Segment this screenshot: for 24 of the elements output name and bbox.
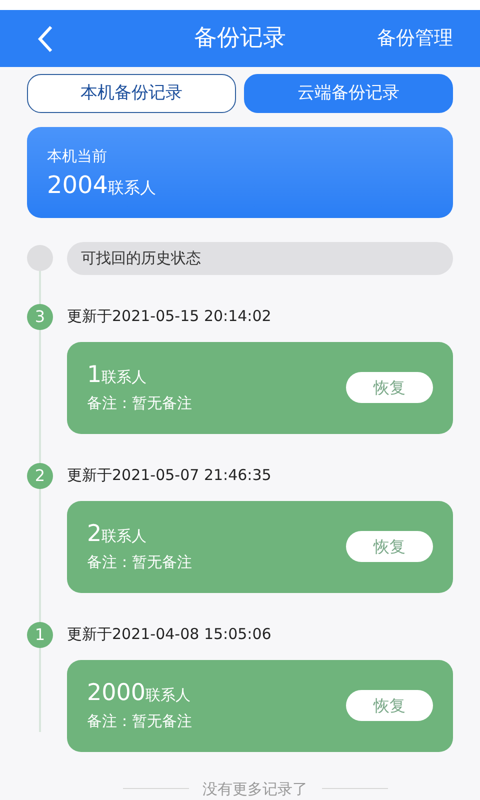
contact-count: 2000联系人 <box>87 678 192 708</box>
card-label: 本机当前 <box>47 146 108 167</box>
step-badge: 2 <box>27 462 53 488</box>
restore-button[interactable]: 恢复 <box>346 690 433 721</box>
tab[interactable]: 云端备份记录 <box>244 74 453 113</box>
restore-button[interactable]: 恢复 <box>346 531 433 562</box>
back-icon[interactable] <box>37 24 53 52</box>
step-badge: 3 <box>27 304 53 330</box>
update-time: 更新于2021-05-07 21:46:35 <box>67 465 272 486</box>
note-text: 备注：暂无备注 <box>87 710 192 732</box>
note-text: 备注：暂无备注 <box>87 392 192 414</box>
restore-button[interactable]: 恢复 <box>346 372 433 403</box>
tab[interactable]: 本机备份记录 <box>27 74 236 113</box>
update-time: 更新于2021-04-08 15:05:06 <box>67 624 272 646</box>
contact-count: 2联系人 <box>87 520 148 549</box>
page-title: 备份记录 <box>194 24 286 54</box>
step-badge: 1 <box>27 622 53 648</box>
contact-count: 1联系人 <box>87 360 148 390</box>
update-time: 更新于2021-05-15 20:14:02 <box>67 306 272 328</box>
contact-count: 2004联系人 <box>47 170 158 200</box>
backup-manage-button[interactable]: 备份管理 <box>377 24 453 53</box>
note-text: 备注：暂无备注 <box>87 552 192 573</box>
history-heading: 可找回的历史状态 <box>67 242 453 274</box>
no-more-text: 没有更多记录了 <box>202 778 308 800</box>
